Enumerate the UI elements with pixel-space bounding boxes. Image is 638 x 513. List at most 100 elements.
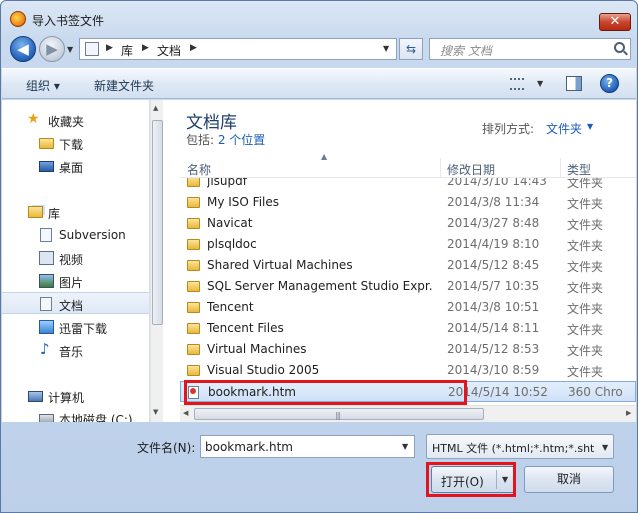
sidebar-item-label: 图片 <box>59 276 84 290</box>
file-type: 文件夹 <box>567 239 604 253</box>
sidebar-item-library[interactable]: 库 <box>2 201 149 223</box>
table-row[interactable]: jisupdf 2014/3/10 14:43 文件夹 <box>180 178 636 192</box>
table-row[interactable]: Visual Studio 2005 2014/3/10 8:59 文件夹 <box>180 360 636 381</box>
sidebar-item-label: Subversion <box>59 228 126 242</box>
breadcrumb-arrow-icon[interactable]: ▶ <box>142 43 149 53</box>
breadcrumb-arrow-icon[interactable]: ▶ <box>106 43 113 53</box>
column-header-name[interactable]: 名称 <box>187 161 211 178</box>
file-type: 文件夹 <box>567 344 604 358</box>
arrange-by-label: 排列方式: <box>482 122 535 136</box>
disk-icon <box>39 414 54 422</box>
scroll-right-icon[interactable]: ▶ <box>626 409 631 417</box>
sidebar-item-label: 本地磁盘 (C:) <box>59 413 133 422</box>
sidebar-item-documents[interactable]: 文档 <box>2 292 149 314</box>
library-title: 文档库 <box>186 113 237 133</box>
sidebar-item-pictures[interactable]: 图片 <box>2 270 149 292</box>
sidebar-item-local-disk[interactable]: 本地磁盘 (C:) <box>2 407 149 422</box>
table-row[interactable]: Virtual Machines 2014/5/12 8:53 文件夹 <box>180 339 636 360</box>
sidebar-item-favorites[interactable]: ★ 收藏夹 <box>2 109 149 131</box>
file-type: 文件夹 <box>567 197 604 211</box>
scroll-left-icon[interactable]: ◀ <box>183 409 188 417</box>
arrange-by-dropdown[interactable]: 文件夹 <box>546 120 582 137</box>
navigation-bar: ◀ ▶ ▼ ▶ 库 ▶ 文档 ▶ ▼ ⇆ 搜索 文档 <box>1 33 637 65</box>
file-list: jisupdf 2014/3/10 14:43 文件夹 My ISO Files… <box>180 178 636 404</box>
breadcrumb-documents[interactable]: 文档 <box>157 42 181 59</box>
view-options-dropdown[interactable]: ▼ <box>537 79 543 88</box>
refresh-button[interactable]: ⇆ <box>399 38 423 60</box>
library-includes: 包括: 2 个位置 <box>186 131 265 148</box>
breadcrumb-arrow-icon[interactable]: ▶ <box>190 43 197 53</box>
file-date: 2014/5/12 8:53 <box>447 342 540 356</box>
close-button[interactable]: ✕ <box>599 13 631 31</box>
table-row[interactable]: Navicat 2014/3/27 8:48 文件夹 <box>180 213 636 234</box>
highlight-selected-file <box>184 380 467 405</box>
file-type: 360 Chro <box>568 385 623 399</box>
help-icon[interactable]: ? <box>600 74 619 93</box>
sidebar-item-downloads[interactable]: 下载 <box>2 132 149 154</box>
folder-icon <box>187 281 200 292</box>
sidebar-item-label: 文档 <box>59 299 84 313</box>
column-separator[interactable] <box>440 158 441 178</box>
file-type: 文件夹 <box>567 218 604 232</box>
file-name: Tencent <box>207 300 254 314</box>
scroll-up-icon[interactable]: ▲ <box>153 104 158 112</box>
folder-icon <box>187 178 200 187</box>
column-separator[interactable] <box>560 158 561 178</box>
column-header-date[interactable]: 修改日期 <box>447 161 495 178</box>
star-icon: ★ <box>27 111 40 127</box>
chevron-down-icon[interactable]: ▼ <box>587 122 593 131</box>
search-input[interactable]: 搜索 文档 <box>429 38 631 60</box>
library-icon <box>28 206 43 218</box>
filename-value: bookmark.htm <box>205 440 293 454</box>
organize-button[interactable]: 组织 ▾ <box>26 77 60 94</box>
navigation-scrollbar-thumb[interactable] <box>152 120 163 325</box>
video-icon <box>39 251 54 265</box>
new-folder-button[interactable]: 新建文件夹 <box>94 77 154 94</box>
sidebar-item-music[interactable]: ♪ 音乐 <box>2 339 149 361</box>
scroll-down-icon[interactable]: ▼ <box>153 408 158 416</box>
sidebar-item-subversion[interactable]: Subversion <box>2 224 149 246</box>
chevron-down-icon[interactable]: ▼ <box>602 443 608 452</box>
sidebar-item-computer[interactable]: 计算机 <box>2 385 149 407</box>
cancel-button[interactable]: 取消 <box>524 466 614 493</box>
address-history-dropdown[interactable]: ▼ <box>383 44 389 53</box>
sidebar-item-thunder-downloads[interactable]: 迅雷下载 <box>2 316 149 338</box>
horizontal-scrollbar-thumb[interactable]: ||| <box>194 408 484 420</box>
file-type-select[interactable]: HTML 文件 (*.html;*.htm;*.sht ▼ <box>426 434 614 459</box>
forward-button[interactable]: ▶ <box>39 36 65 62</box>
table-row[interactable]: Tencent 2014/3/8 10:51 文件夹 <box>180 297 636 318</box>
file-date: 2014/3/8 10:51 <box>447 300 540 314</box>
folder-icon <box>187 344 200 355</box>
chevron-down-icon[interactable]: ▼ <box>402 442 408 451</box>
file-type: 文件夹 <box>567 302 604 316</box>
back-button[interactable]: ◀ <box>10 36 36 62</box>
command-toolbar: 组织 ▾ 新建文件夹 ▼ ? <box>2 68 636 99</box>
address-bar[interactable]: ▶ 库 ▶ 文档 ▶ ▼ <box>79 38 397 60</box>
view-options-icon[interactable] <box>510 78 524 90</box>
file-name: plsqldoc <box>207 237 257 251</box>
table-row[interactable]: My ISO Files 2014/3/8 11:34 文件夹 <box>180 192 636 213</box>
download-icon <box>39 320 54 334</box>
file-date: 2014/5/12 8:45 <box>447 258 540 272</box>
sidebar-item-videos[interactable]: 视频 <box>2 247 149 269</box>
document-icon <box>40 297 52 311</box>
breadcrumb-library[interactable]: 库 <box>121 42 133 59</box>
locations-link[interactable]: 2 个位置 <box>218 133 265 147</box>
folder-icon <box>187 260 200 271</box>
content-area: ★ 收藏夹 下载 桌面 库 Subversion 视频 图片 文档 迅雷下载 ♪… <box>2 100 636 422</box>
table-row[interactable]: Shared Virtual Machines 2014/5/12 8:45 文… <box>180 255 636 276</box>
table-row[interactable]: plsqldoc 2014/4/19 8:10 文件夹 <box>180 234 636 255</box>
sidebar-item-label: 计算机 <box>48 391 85 405</box>
sidebar-item-desktop[interactable]: 桌面 <box>2 155 149 177</box>
navigation-scrollbar[interactable]: ▲ ▼ <box>150 100 163 422</box>
filename-field[interactable]: bookmark.htm ▼ <box>200 435 415 458</box>
column-header-type[interactable]: 类型 <box>567 161 591 178</box>
file-name: Visual Studio 2005 <box>207 363 320 377</box>
preview-pane-icon[interactable] <box>566 76 582 91</box>
table-row[interactable]: SQL Server Management Studio Expr... 201… <box>180 276 636 297</box>
horizontal-scrollbar[interactable]: ◀ ||| ▶ <box>180 405 636 422</box>
computer-icon <box>28 391 43 402</box>
recent-pages-dropdown[interactable]: ▼ <box>67 45 73 54</box>
sort-ascending-icon: ▲ <box>321 152 328 161</box>
table-row[interactable]: Tencent Files 2014/5/14 8:11 文件夹 <box>180 318 636 339</box>
